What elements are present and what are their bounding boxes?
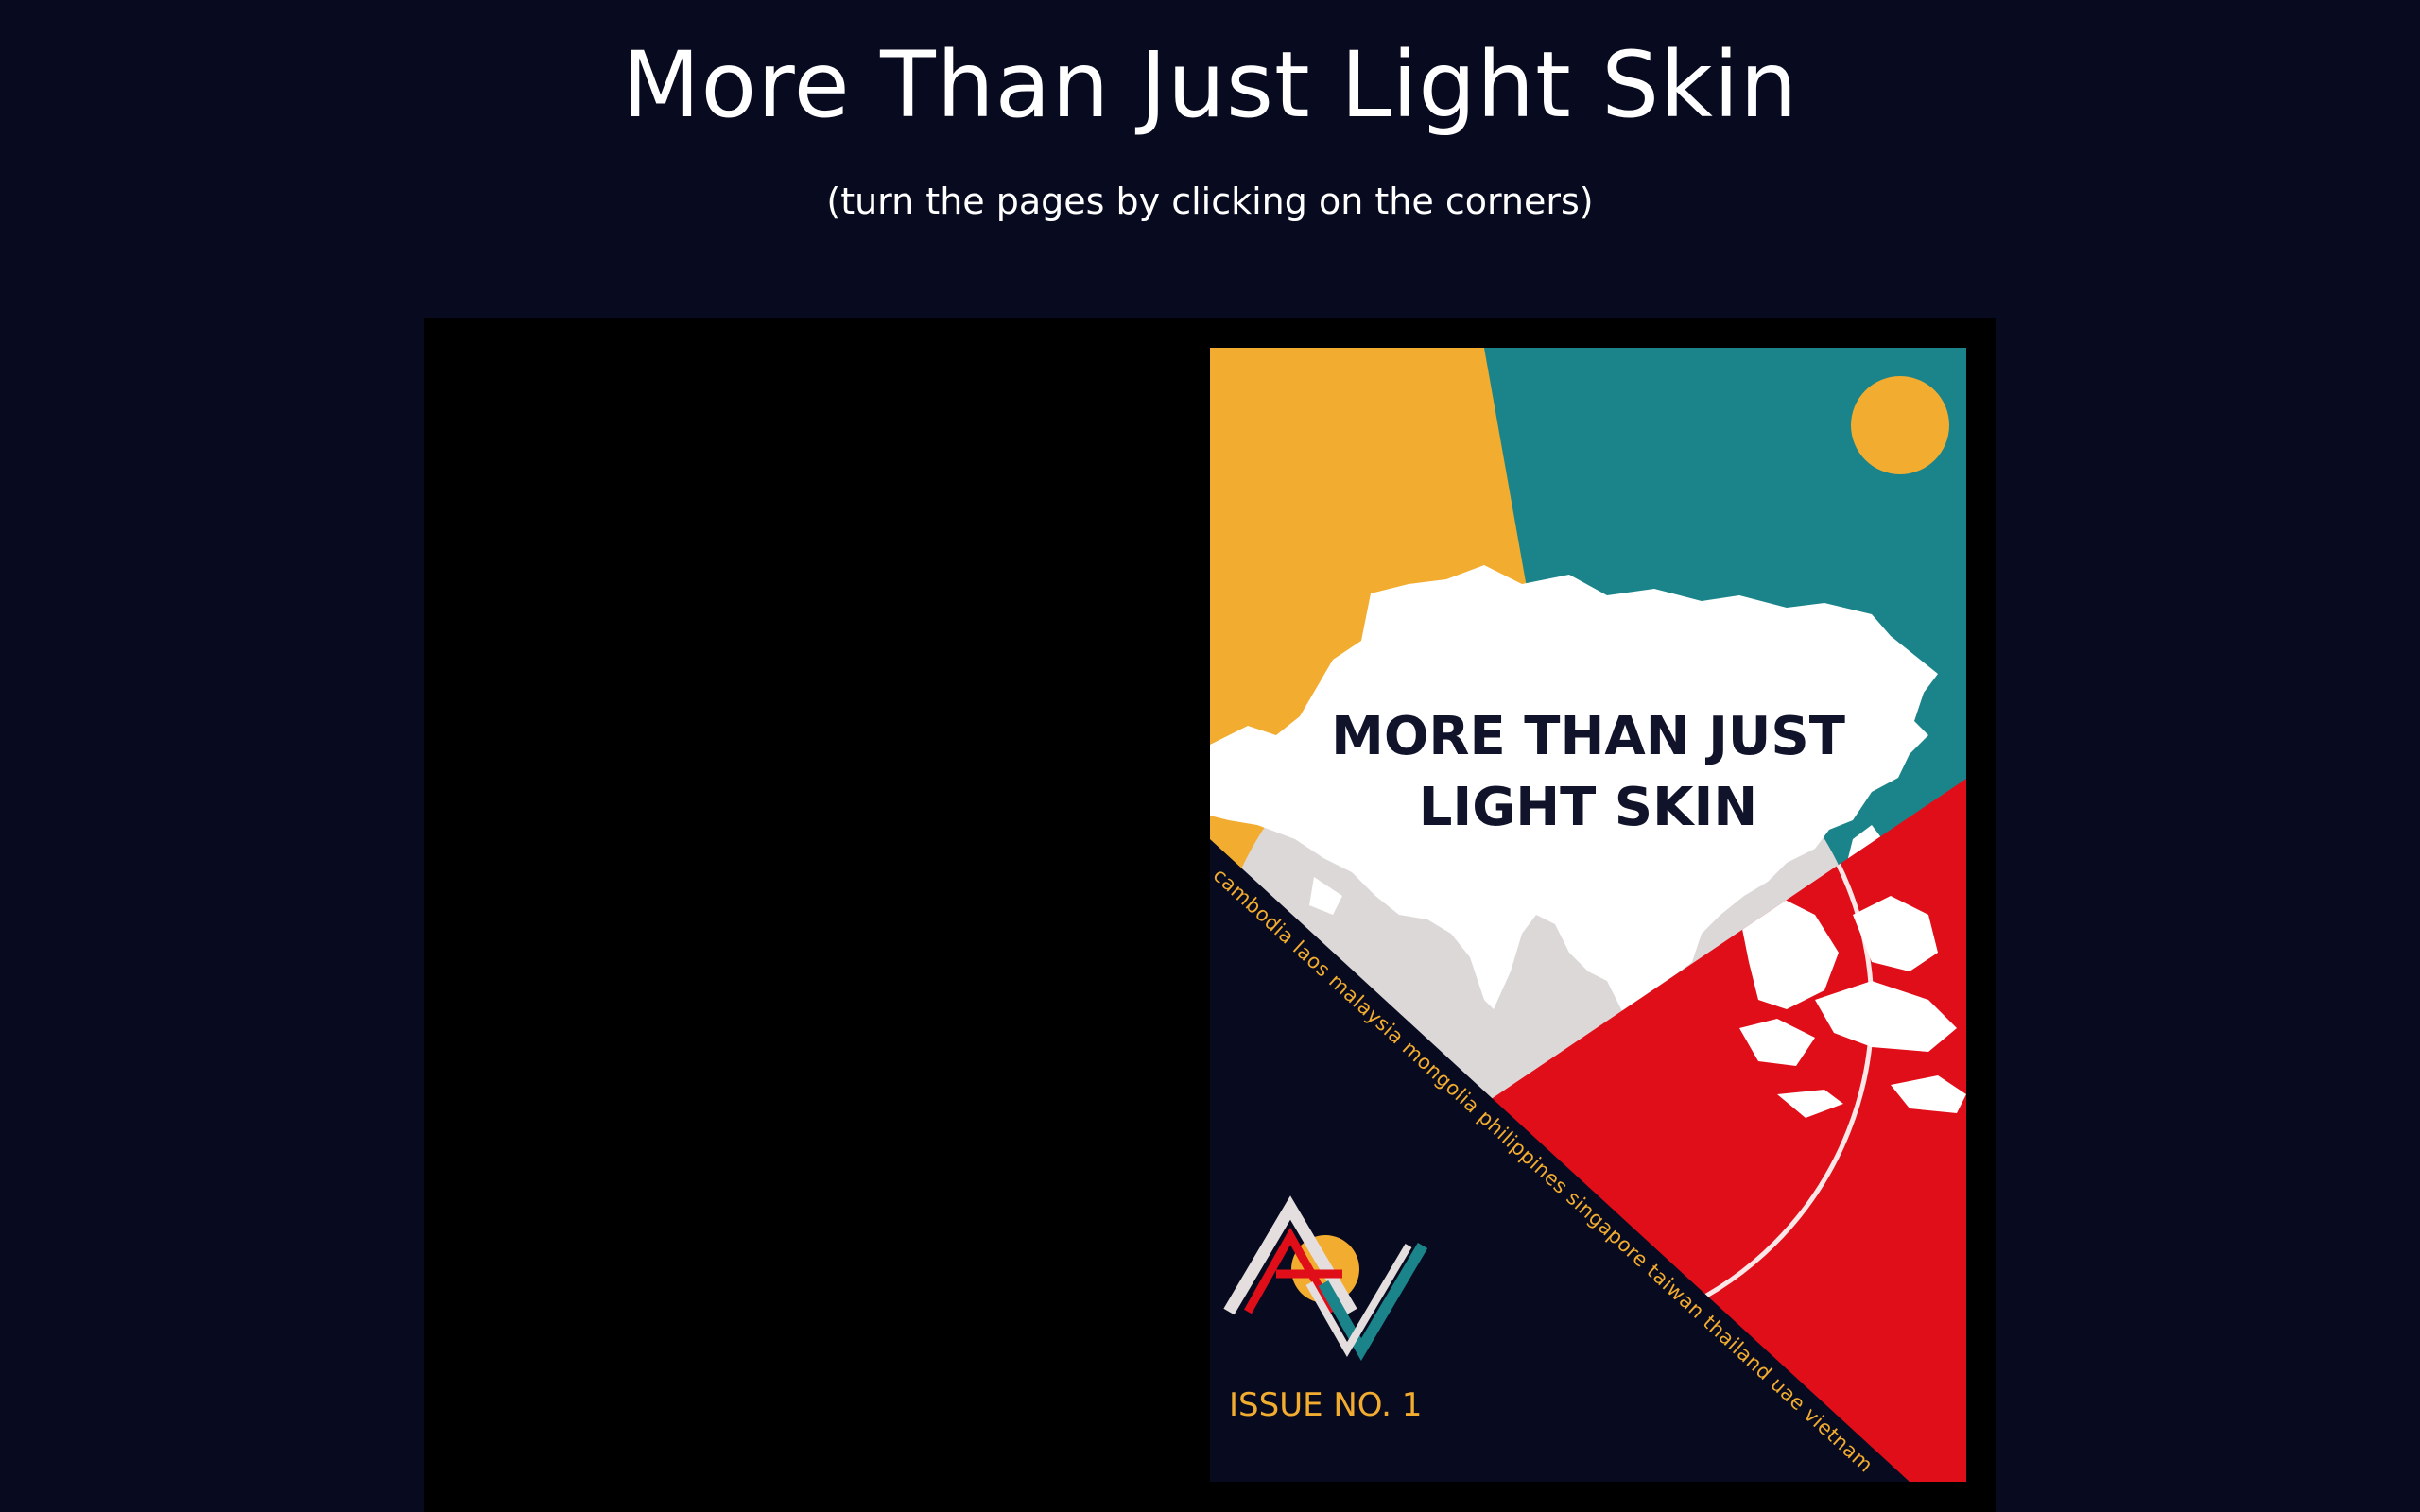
cover-page[interactable]: MORE THAN JUST LIGHT SKIN cambodia laos …	[1210, 348, 1966, 1482]
flipbook[interactable]: MORE THAN JUST LIGHT SKIN cambodia laos …	[424, 318, 1996, 1512]
corner-bottom-right[interactable]	[1881, 1397, 1966, 1482]
page-subtitle: (turn the pages by clicking on the corne…	[826, 180, 1594, 222]
cover-art: MORE THAN JUST LIGHT SKIN cambodia laos …	[1210, 348, 1966, 1482]
page-title: More Than Just Light Skin	[621, 32, 1799, 138]
issue-number: ISSUE NO. 1	[1229, 1386, 1422, 1424]
corner-bottom-left[interactable]	[424, 1427, 510, 1512]
corner-top-right[interactable]	[1881, 348, 1966, 433]
left-page-blank	[424, 318, 1210, 1512]
corner-top-left[interactable]	[424, 318, 510, 403]
cover-title-line2: LIGHT SKIN	[1419, 777, 1757, 838]
cover-title-line1: MORE THAN JUST	[1331, 706, 1845, 767]
